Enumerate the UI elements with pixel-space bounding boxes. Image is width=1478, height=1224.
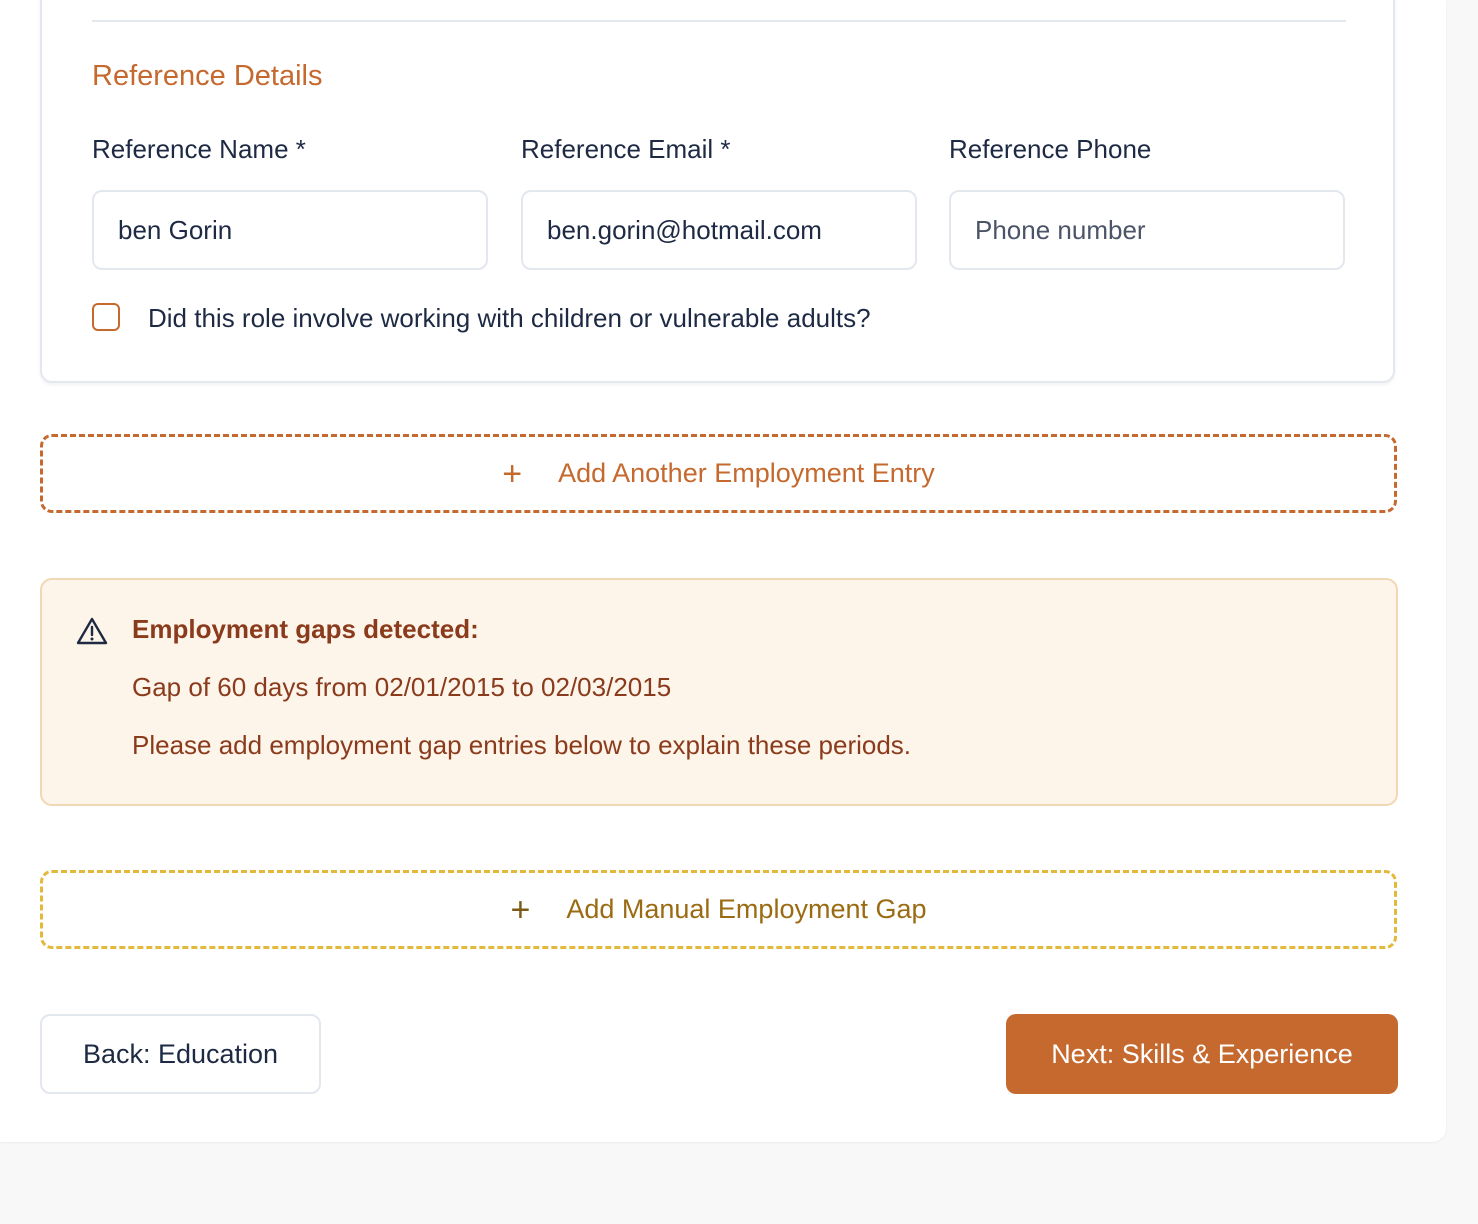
reference-section-title: Reference Details — [92, 60, 323, 92]
section-divider — [92, 20, 1346, 22]
employment-gap-alert: Employment gaps detected: Gap of 60 days… — [40, 578, 1398, 806]
alert-title: Employment gaps detected: — [132, 614, 479, 644]
reference-name-input[interactable] — [92, 190, 488, 270]
reference-phone-input[interactable] — [949, 190, 1345, 270]
gap-instruction: Please add employment gap entries below … — [132, 730, 912, 760]
add-manual-gap-button[interactable]: + Add Manual Employment Gap — [40, 870, 1397, 949]
vulnerable-adults-checkbox-label[interactable]: Did this role involve working with child… — [148, 303, 871, 334]
reference-name-label: Reference Name * — [92, 134, 306, 164]
add-employment-entry-label: Add Another Employment Entry — [558, 458, 935, 488]
next-skills-button[interactable]: Next: Skills & Experience — [1006, 1014, 1398, 1094]
add-manual-gap-label: Add Manual Employment Gap — [566, 894, 927, 924]
plus-icon: + — [510, 890, 531, 929]
reference-email-input[interactable] — [521, 190, 917, 270]
plus-icon: + — [502, 454, 523, 493]
reference-email-label: Reference Email * — [521, 134, 731, 164]
reference-phone-label: Reference Phone — [949, 134, 1152, 164]
vulnerable-adults-checkbox[interactable] — [92, 303, 120, 331]
form-panel: Reference Details Reference Name * Refer… — [0, 0, 1446, 1142]
gap-detail: Gap of 60 days from 02/01/2015 to 02/03/… — [132, 672, 672, 702]
add-employment-entry-button[interactable]: + Add Another Employment Entry — [40, 434, 1397, 513]
warning-triangle-icon — [76, 616, 108, 646]
back-education-button[interactable]: Back: Education — [40, 1014, 321, 1094]
